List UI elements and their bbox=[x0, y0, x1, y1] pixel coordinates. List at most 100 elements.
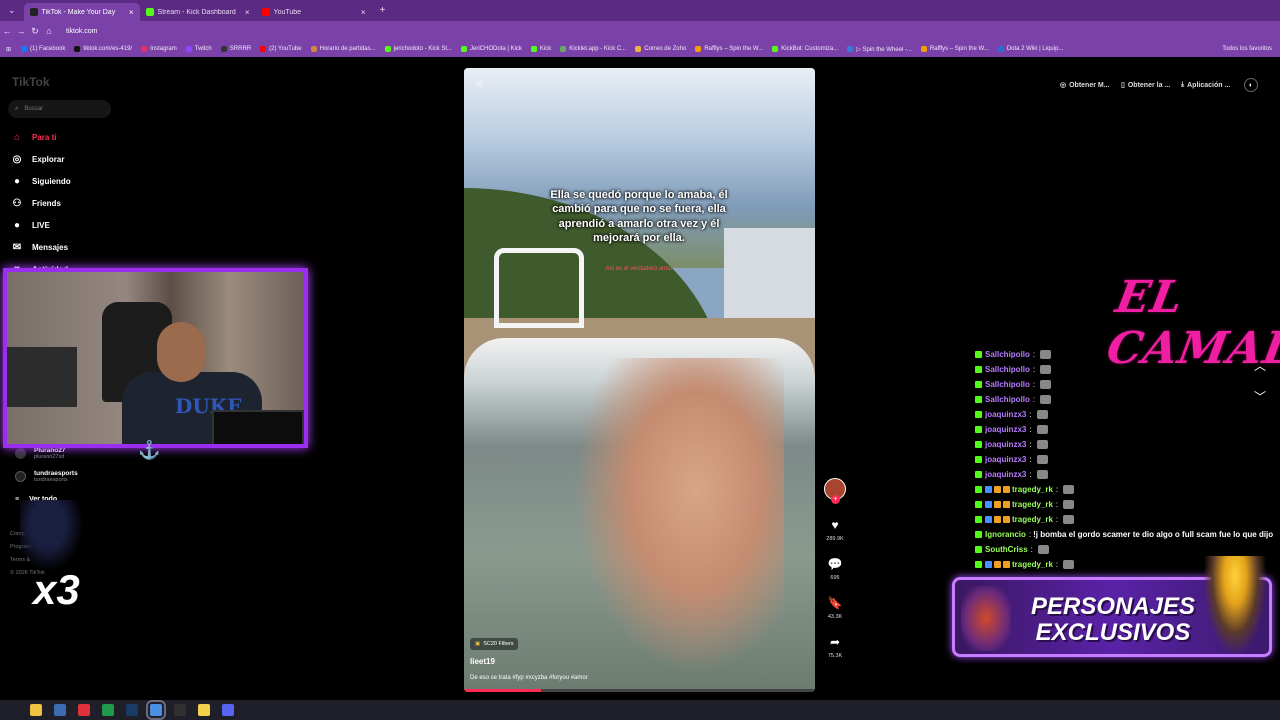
list-icon: ≡ bbox=[15, 496, 20, 503]
chat-username[interactable]: tragedy_rk bbox=[1012, 485, 1053, 494]
bookmark-item[interactable]: Twitch bbox=[185, 46, 212, 52]
chat-username[interactable]: joaquinzx3 bbox=[985, 425, 1026, 434]
home-icon[interactable]: ⌂ bbox=[42, 26, 56, 36]
chat-colon: : bbox=[1029, 470, 1032, 479]
video-progress-bar[interactable] bbox=[464, 689, 815, 692]
browser-tab[interactable]: YouTube × bbox=[256, 3, 372, 21]
chat-username[interactable]: tragedy_rk bbox=[1012, 500, 1053, 509]
live-icon: ● bbox=[13, 219, 21, 231]
bookmark-item[interactable]: Horario de partidas... bbox=[310, 46, 376, 52]
chat-username[interactable]: tragedy_rk bbox=[1012, 515, 1053, 524]
url-field[interactable]: tiktok.com bbox=[66, 28, 98, 35]
sidebar-item-live[interactable]: ● LIVE bbox=[10, 218, 50, 232]
bookmark-item[interactable]: Kick bbox=[530, 46, 551, 52]
new-tab-icon[interactable]: + bbox=[380, 5, 386, 16]
all-bookmarks-folder[interactable]: Todos los favoritos bbox=[1222, 46, 1272, 52]
vip-badge-icon bbox=[1003, 501, 1010, 508]
browser-tab[interactable]: Stream - Kick Dashboard × bbox=[140, 3, 256, 21]
bookmark-icon: 🔖 bbox=[827, 596, 843, 610]
bookmark-item[interactable]: SRRRR bbox=[220, 46, 251, 52]
kick-badge-icon bbox=[975, 456, 982, 463]
kick-badge-icon bbox=[975, 381, 982, 388]
sidebar-item-label: Siguiendo bbox=[32, 176, 71, 186]
bookmark-item[interactable]: KickBot: Customiza... bbox=[772, 46, 838, 52]
forward-icon[interactable]: → bbox=[14, 26, 28, 36]
following-item[interactable]: tundraesports tundraesports bbox=[15, 470, 78, 483]
bookmark-item[interactable]: Rafflys – Spin the W... bbox=[695, 46, 763, 52]
get-app-button[interactable]: ▯ Obtener la ... bbox=[1121, 78, 1170, 92]
sidebar-item-para-ti[interactable]: ⌂ Para ti bbox=[10, 130, 57, 144]
follow-plus-icon[interactable]: + bbox=[831, 495, 840, 504]
chat-username[interactable]: joaquinzx3 bbox=[985, 455, 1026, 464]
gift-badge-icon bbox=[994, 501, 1001, 508]
profile-icon[interactable]: ◐ bbox=[1244, 78, 1258, 92]
tab-list-icon[interactable]: ⌄ bbox=[8, 5, 16, 16]
video-player[interactable]: ◀ Ella se quedó porque lo amaba, él camb… bbox=[464, 68, 815, 692]
multiplier-label: x3 bbox=[33, 566, 80, 613]
steam-app-icon[interactable] bbox=[126, 704, 138, 716]
obs-icon[interactable] bbox=[174, 704, 186, 716]
bookmark-item[interactable]: Instagram bbox=[141, 46, 177, 52]
opera-icon[interactable] bbox=[78, 704, 90, 716]
chat-username[interactable]: Sallchipollo bbox=[985, 395, 1030, 404]
excel-icon[interactable] bbox=[102, 704, 114, 716]
action-count: 43.3K bbox=[827, 614, 843, 620]
vip-badge-icon bbox=[1003, 516, 1010, 523]
video-author[interactable]: lieet19 bbox=[470, 657, 495, 666]
comment-button[interactable]: 💬 695 bbox=[822, 557, 848, 581]
bookmark-item[interactable]: jerichodoto - Kick St... bbox=[384, 46, 452, 52]
chat-username[interactable]: joaquinzx3 bbox=[985, 470, 1026, 479]
bookmark-label: KickBot: Customiza... bbox=[781, 46, 839, 52]
bookmark-item[interactable]: ▷ Spin the Wheel -... bbox=[847, 46, 912, 53]
search-input[interactable]: ⌕ Buscar bbox=[8, 100, 111, 118]
sidebar-item-friends[interactable]: ⚇ Friends bbox=[10, 196, 61, 210]
close-tab-icon[interactable]: × bbox=[361, 8, 366, 17]
close-tab-icon[interactable]: × bbox=[245, 8, 250, 17]
chat-username[interactable]: Sallchipollo bbox=[985, 380, 1030, 389]
bookmark-item[interactable]: (1) Facebook bbox=[21, 46, 65, 52]
bookmark-item[interactable]: Kicklet.app - Kick C... bbox=[560, 46, 626, 52]
following-item[interactable]: Plurano27 plurano27xd bbox=[15, 447, 65, 460]
back-icon[interactable]: ← bbox=[0, 26, 14, 36]
chat-username[interactable]: Ignorancio bbox=[985, 530, 1026, 539]
bookmark-item[interactable]: Rafflys – Spin the W... bbox=[920, 46, 989, 52]
chrome-icon[interactable] bbox=[146, 700, 166, 720]
bookmark-button[interactable]: 🔖 43.3K bbox=[822, 596, 848, 620]
messages-icon: ✉ bbox=[12, 241, 22, 253]
steam-icon[interactable] bbox=[54, 704, 66, 716]
chat-username[interactable]: SouthCriss bbox=[985, 545, 1028, 554]
apps-grid-icon[interactable]: ⊞ bbox=[6, 46, 11, 53]
chat-emote-icon bbox=[1036, 410, 1048, 419]
chat-username[interactable]: joaquinzx3 bbox=[985, 410, 1026, 419]
chat-username[interactable]: joaquinzx3 bbox=[985, 440, 1026, 449]
file-explorer-icon[interactable] bbox=[30, 704, 42, 716]
get-coins-button[interactable]: ◎ Obtener M... bbox=[1060, 78, 1110, 92]
sidebar-item-explorar[interactable]: ◎ Explorar bbox=[10, 152, 65, 166]
effect-badge[interactable]: ▣ SC20 Filters bbox=[470, 638, 519, 650]
reload-icon[interactable]: ↻ bbox=[28, 26, 42, 37]
heart-button[interactable]: ♥ 289.9K bbox=[822, 518, 848, 542]
bookmark-item[interactable]: tiktok.com/es-419/ bbox=[74, 46, 132, 52]
sidebar-item-mensajes[interactable]: ✉ Mensajes bbox=[10, 240, 68, 254]
notes-icon[interactable] bbox=[198, 704, 210, 716]
discord-icon[interactable] bbox=[222, 704, 234, 716]
promo-character-left bbox=[961, 586, 1011, 651]
chat-emote-icon bbox=[1040, 395, 1052, 404]
browser-tab[interactable]: TikTok - Make Your Day × bbox=[23, 3, 140, 21]
bookmark-item[interactable]: Dota 2 Wiki | Liquip... bbox=[997, 46, 1063, 52]
chat-username[interactable]: Sallchipollo bbox=[985, 350, 1030, 359]
bookmark-item[interactable]: (2) YouTube bbox=[260, 46, 302, 52]
chat-username[interactable]: tragedy_rk bbox=[1012, 560, 1053, 569]
tiktok-logo[interactable]: TikTok bbox=[12, 75, 50, 89]
compass-icon: ◎ bbox=[12, 153, 22, 165]
sidebar-item-siguiendo[interactable]: ● Siguiendo bbox=[10, 174, 71, 188]
share-button[interactable]: ➦ 75.3K bbox=[822, 635, 848, 659]
promo-banner: PERSONAJES EXCLUSIVOS bbox=[952, 556, 1272, 657]
webcam-bed bbox=[7, 347, 77, 407]
desktop-app-button[interactable]: ⤓ Aplicación ... bbox=[1181, 78, 1230, 92]
volume-icon[interactable]: ◀ bbox=[474, 78, 482, 89]
chat-username[interactable]: Sallchipollo bbox=[985, 365, 1030, 374]
bookmark-item[interactable]: Correo de Zoho bbox=[635, 46, 686, 52]
close-tab-icon[interactable]: × bbox=[129, 8, 134, 17]
bookmark-item[interactable]: JeriCHODota | Kick bbox=[461, 46, 522, 52]
